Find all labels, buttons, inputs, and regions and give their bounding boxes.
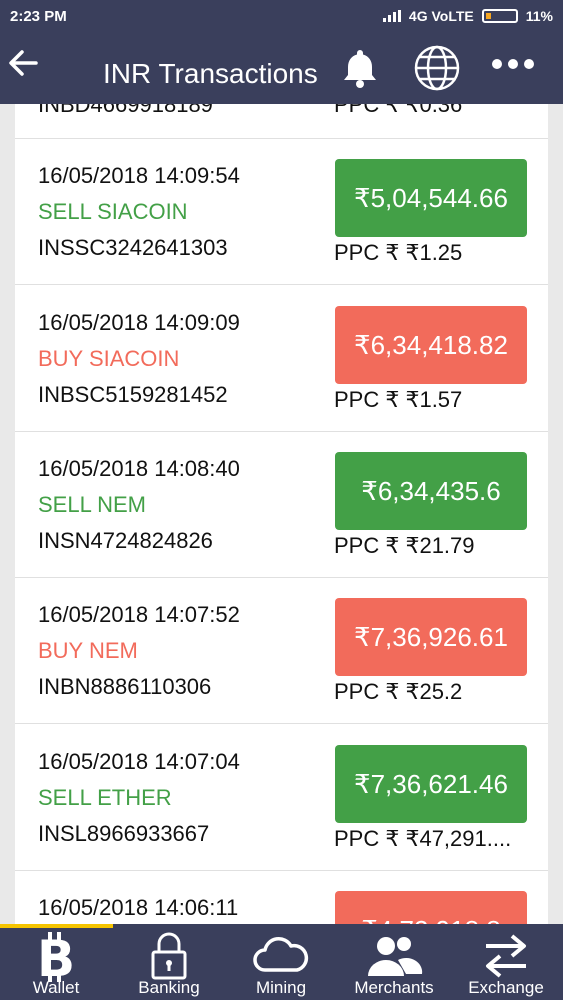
transaction-date: 16/05/2018 14:07:04 [38, 749, 240, 774]
transaction-ref: INSSC3242641303 [38, 235, 228, 260]
list-item[interactable]: 16/05/2018 14:06:11 ₹4,72,918.8 [15, 871, 548, 924]
bottom-nav: B Wallet Banking Mining Merchants Exchan… [0, 924, 563, 1000]
transaction-date: 16/05/2018 14:07:52 [38, 602, 240, 627]
list-item[interactable]: 16/05/2018 14:09:54 SELL SIACOIN INSSC32… [15, 139, 548, 285]
amount-badge: ₹7,36,926.61 [335, 598, 527, 676]
amount-badge: ₹6,34,435.6 [335, 452, 527, 530]
nav-label: Merchants [354, 978, 434, 997]
list-item[interactable]: 16/05/2018 14:07:04 SELL ETHER INSL89669… [15, 725, 548, 871]
back-arrow-icon[interactable] [6, 46, 40, 80]
transaction-list[interactable]: INBD4669918189 PPC ₹ ₹0.36 16/05/2018 14… [15, 104, 548, 924]
nav-wallet[interactable]: B Wallet [0, 928, 112, 1000]
cloud-icon [253, 937, 309, 972]
battery-icon [481, 9, 518, 23]
transaction-date: 16/05/2018 14:09:54 [38, 163, 240, 188]
transaction-type: SELL ETHER [38, 785, 172, 810]
transaction-ppc: PPC ₹ ₹0.36 [334, 104, 463, 117]
transaction-ppc: PPC ₹ ₹1.57 [334, 387, 463, 412]
page-title: INR Transactions [103, 58, 318, 89]
exchange-arrows-icon [486, 934, 526, 978]
nav-exchange[interactable]: Exchange [450, 928, 562, 1000]
transaction-type: BUY NEM [38, 638, 138, 663]
transaction-type: SELL SIACOIN [38, 199, 188, 224]
status-indicators: 4G VoLTE 11% [382, 8, 553, 24]
nav-label: Mining [255, 978, 307, 997]
list-item[interactable]: 16/05/2018 14:08:40 SELL NEM INSN4724824… [15, 432, 548, 578]
transaction-date: 16/05/2018 14:06:11 [38, 895, 239, 920]
amount-badge: ₹7,36,621.46 [335, 745, 527, 823]
globe-icon[interactable] [413, 44, 461, 92]
list-item[interactable]: INBD4669918189 PPC ₹ ₹0.36 [15, 104, 548, 139]
bitcoin-icon: B [37, 932, 75, 982]
amount-badge: ₹4,72,918.8 [335, 891, 527, 924]
transaction-ref: INBD4669918189 [38, 104, 213, 117]
transaction-ppc: PPC ₹ ₹47,291.... [334, 826, 512, 851]
list-item[interactable]: 16/05/2018 14:09:09 BUY SIACOIN INBSC515… [15, 286, 548, 432]
transaction-type: BUY SIACOIN [38, 346, 180, 371]
transaction-date: 16/05/2018 14:09:09 [38, 310, 240, 335]
nav-merchants[interactable]: Merchants [338, 928, 450, 1000]
amount-badge: ₹5,04,544.66 [335, 159, 527, 237]
transaction-date: 16/05/2018 14:08:40 [38, 456, 240, 481]
nav-label: Exchange [468, 978, 544, 997]
battery-percent: 11% [525, 8, 553, 24]
status-bar: 2:23 PM 4G VoLTE 11% [0, 0, 563, 32]
transaction-ppc: PPC ₹ ₹21.79 [334, 533, 475, 558]
transaction-ref: INSL8966933667 [38, 821, 210, 846]
nav-label: Wallet [32, 978, 80, 997]
network-label: 4G VoLTE [408, 8, 474, 24]
transaction-ppc: PPC ₹ ₹1.25 [334, 240, 463, 265]
amount-badge: ₹6,34,418.82 [335, 306, 527, 384]
nav-banking[interactable]: Banking [113, 928, 225, 1000]
transaction-type: SELL NEM [38, 492, 147, 517]
list-item[interactable]: 16/05/2018 14:07:52 BUY NEM INBN88861103… [15, 578, 548, 724]
nav-label: Banking [138, 978, 200, 997]
bell-icon[interactable] [338, 46, 382, 90]
transaction-ref: INBN8886110306 [38, 674, 212, 699]
nav-mining[interactable]: Mining [225, 928, 337, 1000]
more-options-icon[interactable] [492, 59, 534, 69]
transaction-ppc: PPC ₹ ₹25.2 [334, 679, 463, 704]
status-time: 2:23 PM [10, 7, 67, 25]
lock-icon [151, 932, 187, 980]
transaction-ref: INBSC5159281452 [38, 382, 228, 407]
transaction-ref: INSN4724824826 [38, 528, 213, 553]
svg-text:B: B [37, 932, 75, 982]
users-icon [368, 937, 423, 976]
app-bar: INR Transactions [0, 32, 563, 104]
signal-icon [382, 10, 401, 22]
